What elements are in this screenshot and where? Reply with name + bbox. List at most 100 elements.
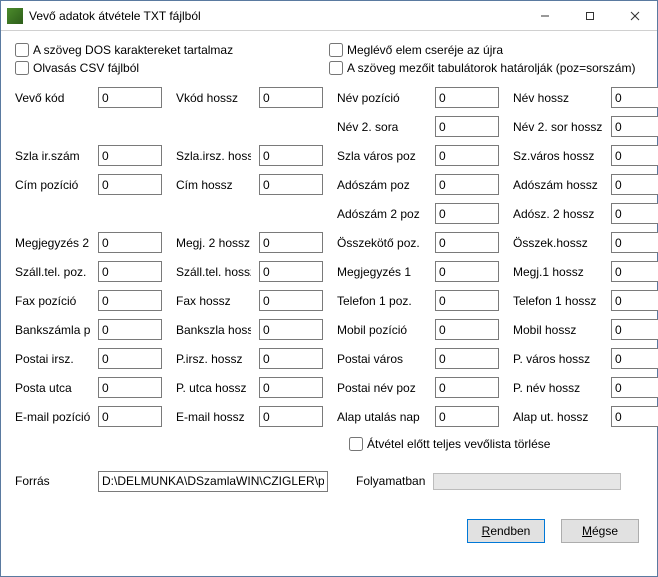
inp-forras[interactable] — [98, 471, 328, 492]
inp-email-hossz[interactable] — [259, 406, 323, 427]
minimize-button[interactable] — [522, 1, 567, 31]
lbl-szla-irszam: Szla ir.szám — [15, 149, 90, 163]
lbl-osszekoto-poz: Összekötő poz. — [337, 236, 427, 250]
lbl-putca-hossz: P. utca hossz — [176, 381, 251, 395]
inp-nev2-sora[interactable] — [435, 116, 499, 137]
lbl-pnev-hossz: P. név hossz — [513, 381, 603, 395]
lbl-adoszam-poz: Adószám poz — [337, 178, 427, 192]
inp-adoszam-poz[interactable] — [435, 174, 499, 195]
inp-alap-ut-hossz[interactable] — [611, 406, 658, 427]
inp-putca-hossz[interactable] — [259, 377, 323, 398]
lbl-bankszla-hossz: Bankszla hossz — [176, 323, 251, 337]
lbl-forras: Forrás — [15, 474, 90, 488]
inp-szla-irszam[interactable] — [98, 145, 162, 166]
lbl-megj2: Megjegyzés 2 — [15, 236, 90, 250]
lbl-vkod-hossz: Vkód hossz — [176, 91, 251, 105]
lbl-adosz2-hossz: Adósz. 2 hossz — [513, 207, 603, 221]
chk-replace-label: Meglévő elem cseréje az újra — [347, 43, 503, 57]
chk-clear-box[interactable] — [349, 437, 363, 451]
inp-vevo-kod[interactable] — [98, 87, 162, 108]
lbl-cim-hossz: Cím hossz — [176, 178, 251, 192]
lbl-szla-varos-poz: Szla város poz — [337, 149, 427, 163]
chk-dos-box[interactable] — [15, 43, 29, 57]
inp-szla-irsz-hossz[interactable] — [259, 145, 323, 166]
button-row: Rendben Mégse — [15, 519, 643, 543]
inp-megj1[interactable] — [435, 261, 499, 282]
inp-fax-poz[interactable] — [98, 290, 162, 311]
chk-csv-label: Olvasás CSV fájlból — [33, 61, 139, 75]
inp-mobil-poz[interactable] — [435, 319, 499, 340]
inp-postai-irsz[interactable] — [98, 348, 162, 369]
inp-pvaros-hossz[interactable] — [611, 348, 658, 369]
inp-megj2[interactable] — [98, 232, 162, 253]
inp-adoszam2-poz[interactable] — [435, 203, 499, 224]
lbl-szalltel-poz: Száll.tel. poz. — [15, 265, 90, 279]
lbl-szla-irsz-hossz: Szla.irsz. hossz — [176, 149, 251, 163]
top-checkboxes: A szöveg DOS karaktereket tartalmaz Olva… — [15, 43, 643, 75]
inp-postai-nev-poz[interactable] — [435, 377, 499, 398]
lbl-nev2-sor-hossz: Név 2. sor hossz — [513, 120, 603, 134]
chk-clear[interactable]: Átvétel előtt teljes vevőlista törlése — [349, 437, 643, 451]
lbl-megj1: Megjegyzés 1 — [337, 265, 427, 279]
lbl-nev-hossz: Név hossz — [513, 91, 603, 105]
field-grid: Vevő kód Vkód hossz Név pozíció Név hoss… — [15, 87, 643, 427]
lbl-mobil-hossz: Mobil hossz — [513, 323, 603, 337]
inp-nev-poz[interactable] — [435, 87, 499, 108]
lbl-postai-varos: Postai város — [337, 352, 427, 366]
inp-alap-utalas-nap[interactable] — [435, 406, 499, 427]
chk-replace-box[interactable] — [329, 43, 343, 57]
lbl-fax-hossz: Fax hossz — [176, 294, 251, 308]
lbl-progress: Folyamatban — [356, 474, 425, 488]
inp-nev2-sor-hossz[interactable] — [611, 116, 658, 137]
chk-tabs[interactable]: A szöveg mezőit tabulátorok határolják (… — [329, 61, 643, 75]
lbl-adoszam-hossz: Adószám hossz — [513, 178, 603, 192]
inp-email-poz[interactable] — [98, 406, 162, 427]
inp-tel1-poz[interactable] — [435, 290, 499, 311]
chk-csv[interactable]: Olvasás CSV fájlból — [15, 61, 329, 75]
close-icon — [630, 11, 640, 21]
lbl-sz-varos-hossz: Sz.város hossz — [513, 149, 603, 163]
client-area: A szöveg DOS karaktereket tartalmaz Olva… — [1, 31, 657, 576]
inp-mobil-hossz[interactable] — [611, 319, 658, 340]
inp-megj2-hossz[interactable] — [259, 232, 323, 253]
inp-pirsz-hossz[interactable] — [259, 348, 323, 369]
inp-fax-hossz[interactable] — [259, 290, 323, 311]
lbl-nev-poz: Név pozíció — [337, 91, 427, 105]
inp-szla-varos-poz[interactable] — [435, 145, 499, 166]
titlebar: Vevő adatok átvétele TXT fájlból — [1, 1, 657, 31]
maximize-icon — [585, 11, 595, 21]
inp-vkod-hossz[interactable] — [259, 87, 323, 108]
close-button[interactable] — [612, 1, 657, 31]
inp-tel1-hossz[interactable] — [611, 290, 658, 311]
inp-adosz2-hossz[interactable] — [611, 203, 658, 224]
app-icon — [7, 8, 23, 24]
lbl-nev2-sora: Név 2. sora — [337, 120, 427, 134]
maximize-button[interactable] — [567, 1, 612, 31]
window-title: Vevő adatok átvétele TXT fájlból — [29, 9, 522, 23]
chk-replace[interactable]: Meglévő elem cseréje az újra — [329, 43, 643, 57]
inp-szalltel-hossz[interactable] — [259, 261, 323, 282]
inp-cim-hossz[interactable] — [259, 174, 323, 195]
minimize-icon — [540, 11, 550, 21]
lbl-alap-ut-hossz: Alap ut. hossz — [513, 410, 603, 424]
chk-tabs-box[interactable] — [329, 61, 343, 75]
source-row: Forrás Folyamatban — [15, 461, 643, 501]
inp-postai-varos[interactable] — [435, 348, 499, 369]
inp-osszekoto-poz[interactable] — [435, 232, 499, 253]
inp-nev-hossz[interactable] — [611, 87, 658, 108]
inp-szalltel-poz[interactable] — [98, 261, 162, 282]
chk-dos[interactable]: A szöveg DOS karaktereket tartalmaz — [15, 43, 329, 57]
inp-sz-varos-hossz[interactable] — [611, 145, 658, 166]
inp-cim-poz[interactable] — [98, 174, 162, 195]
ok-button[interactable]: Rendben — [467, 519, 545, 543]
inp-osszek-hossz[interactable] — [611, 232, 658, 253]
chk-csv-box[interactable] — [15, 61, 29, 75]
lbl-email-hossz: E-mail hossz — [176, 410, 251, 424]
inp-posta-utca[interactable] — [98, 377, 162, 398]
inp-pnev-hossz[interactable] — [611, 377, 658, 398]
inp-adoszam-hossz[interactable] — [611, 174, 658, 195]
inp-bankszla-hossz[interactable] — [259, 319, 323, 340]
cancel-button[interactable]: Mégse — [561, 519, 639, 543]
inp-bankszamla-poz[interactable] — [98, 319, 162, 340]
inp-megj1-hossz[interactable] — [611, 261, 658, 282]
